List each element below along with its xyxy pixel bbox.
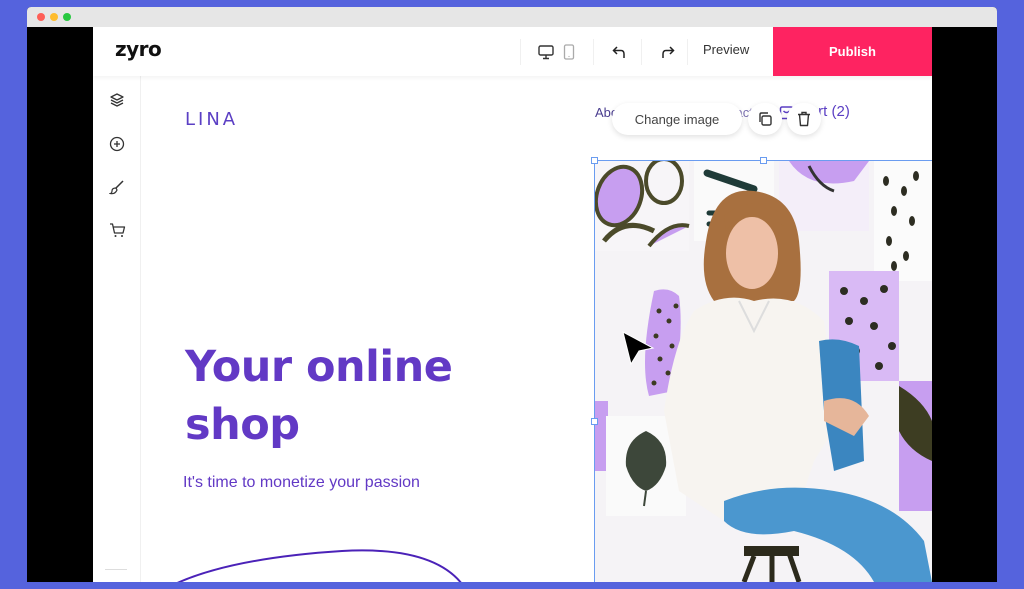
maximize-window-button[interactable] bbox=[63, 13, 71, 21]
site-brand-logo[interactable]: LINA bbox=[185, 109, 238, 130]
woman-on-stool-photo bbox=[594, 161, 932, 582]
browser-titlebar bbox=[27, 7, 997, 27]
hero-title-line2: shop bbox=[185, 400, 300, 450]
hero-image[interactable] bbox=[594, 161, 932, 582]
duplicate-button[interactable] bbox=[748, 103, 782, 135]
editor-topbar: zyro Preview Publish bbox=[93, 27, 932, 76]
decorative-squiggle bbox=[177, 549, 462, 582]
toolbar-divider bbox=[520, 39, 521, 65]
undo-icon[interactable] bbox=[610, 43, 630, 61]
resize-handle-middle-left[interactable] bbox=[591, 418, 598, 425]
publish-button[interactable]: Publish bbox=[773, 27, 932, 76]
toolbar-divider bbox=[641, 39, 642, 65]
toolbar-divider bbox=[687, 39, 688, 65]
cart-icon[interactable] bbox=[107, 220, 127, 240]
editor-sidebar bbox=[93, 76, 141, 582]
hero-subtitle[interactable]: It's time to monetize your passion bbox=[183, 474, 420, 492]
redo-icon[interactable] bbox=[657, 43, 677, 61]
minimize-window-button[interactable] bbox=[50, 13, 58, 21]
trash-icon bbox=[798, 111, 810, 127]
browser-window: zyro Preview Publish LINA Cart (2) Chang… bbox=[27, 7, 997, 582]
mouse-pointer-icon bbox=[622, 331, 655, 366]
plus-circle-icon[interactable] bbox=[107, 134, 127, 154]
zyro-editor: zyro Preview Publish LINA Cart (2) Chang… bbox=[93, 27, 932, 582]
zyro-logo[interactable]: zyro bbox=[115, 37, 162, 61]
hero-title[interactable]: Your online shop bbox=[185, 338, 453, 454]
close-window-button[interactable] bbox=[37, 13, 45, 21]
layers-icon[interactable] bbox=[107, 90, 127, 110]
resize-handle-top-left[interactable] bbox=[591, 157, 598, 164]
duplicate-icon bbox=[759, 112, 772, 126]
preview-button[interactable]: Preview bbox=[703, 42, 749, 57]
sidebar-divider bbox=[105, 569, 127, 570]
desktop-icon[interactable] bbox=[536, 43, 556, 61]
website-canvas: LINA About Shop Contact Cart (2) Change … bbox=[142, 76, 932, 582]
brush-icon[interactable] bbox=[107, 177, 127, 197]
change-image-button[interactable]: Change image bbox=[612, 103, 742, 135]
toolbar-divider bbox=[593, 39, 594, 65]
mobile-icon[interactable] bbox=[559, 43, 579, 61]
resize-handle-top-center[interactable] bbox=[760, 157, 767, 164]
delete-button[interactable] bbox=[787, 103, 821, 135]
hero-title-line1: Your online bbox=[185, 342, 453, 392]
